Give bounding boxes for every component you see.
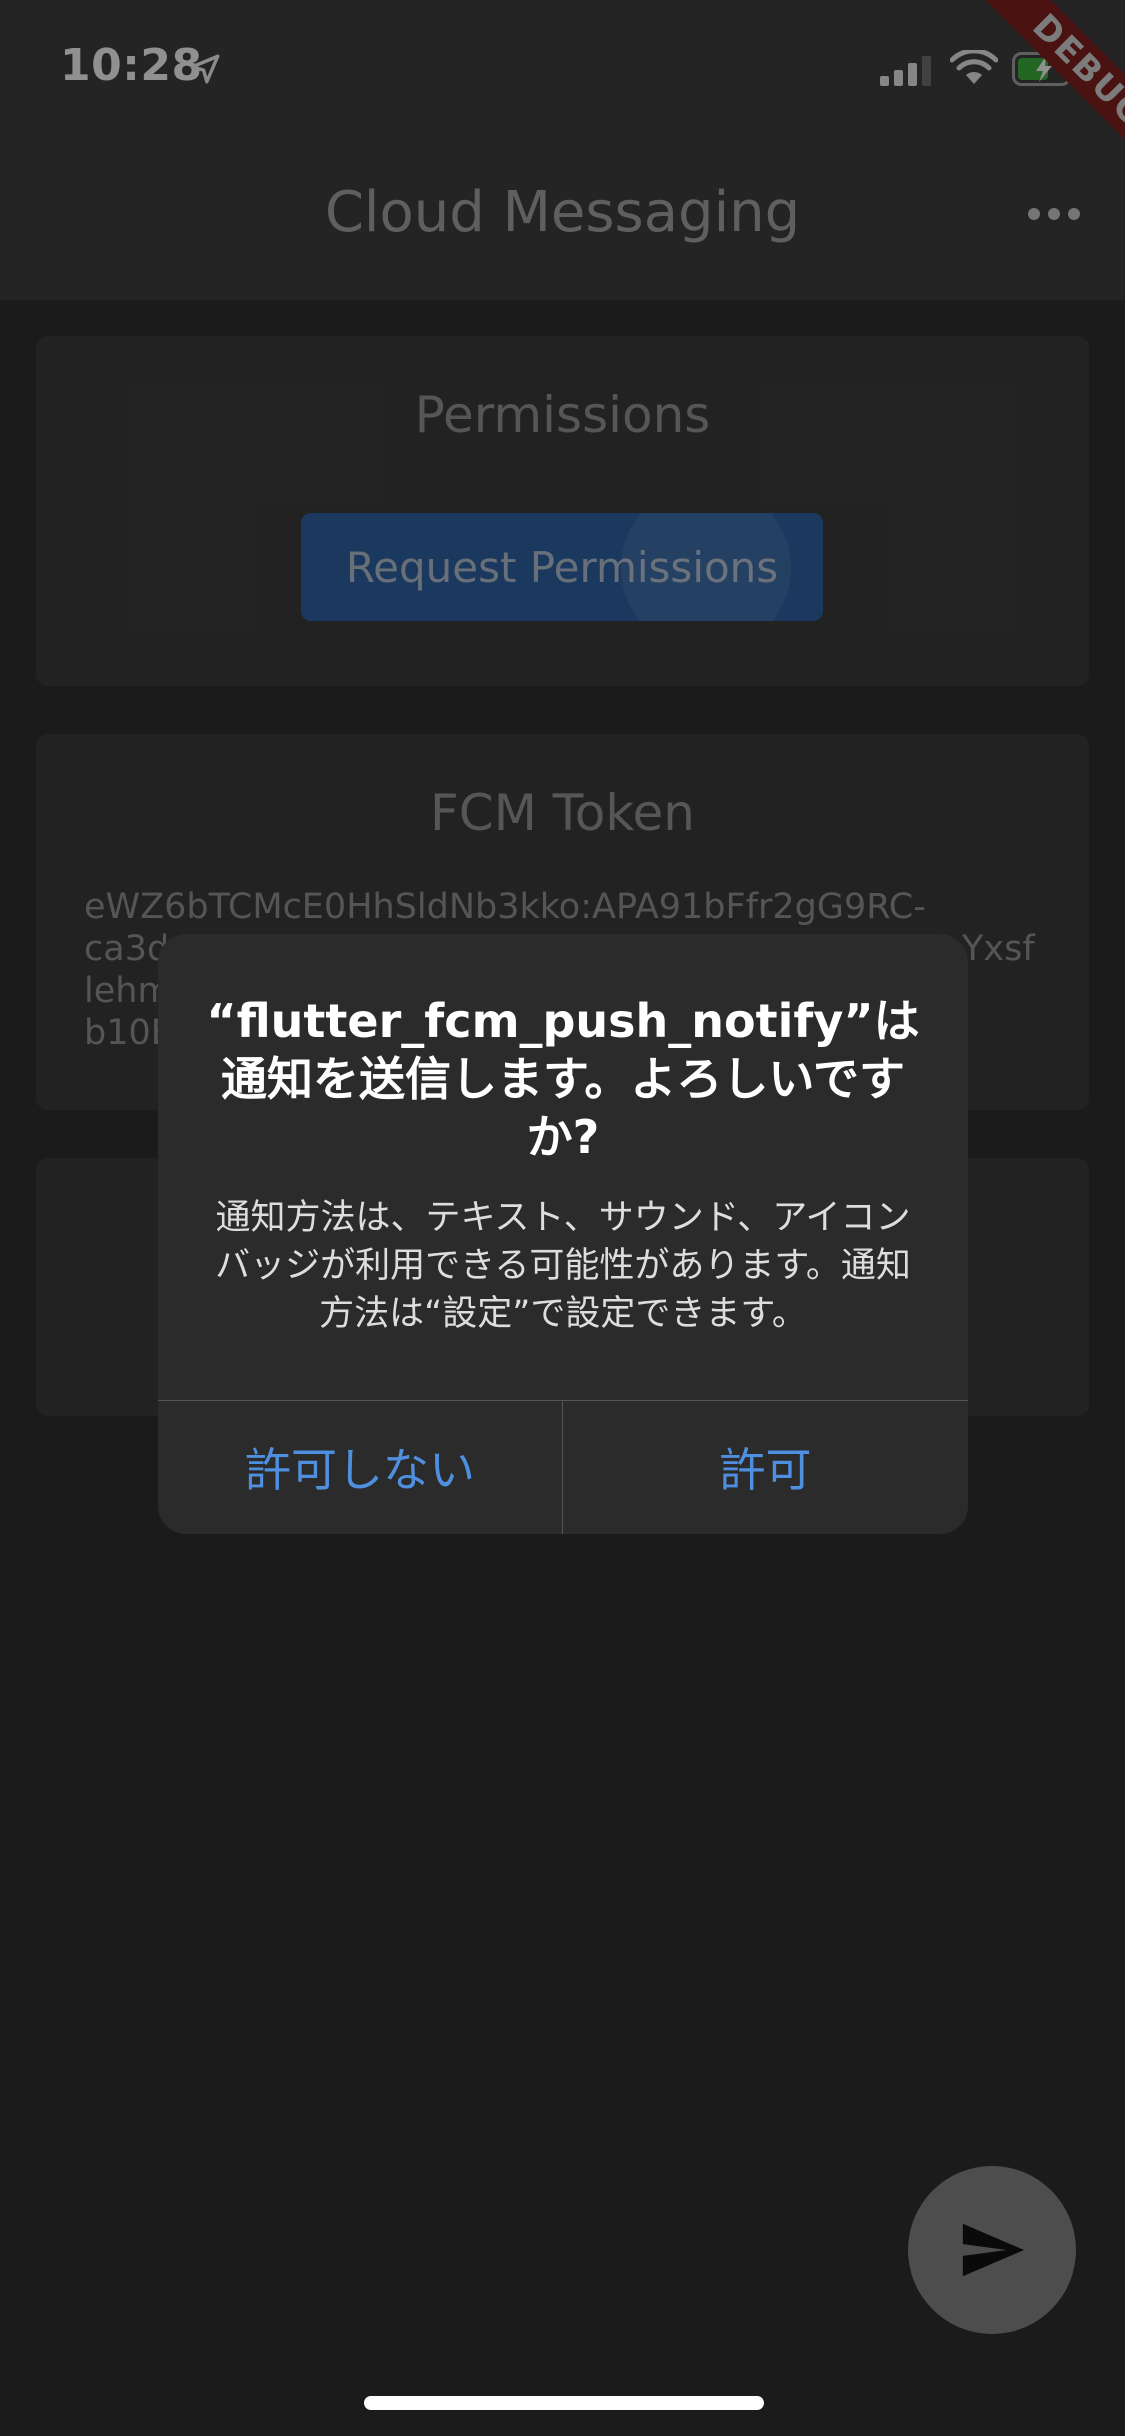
notification-permission-alert: “flutter_fcm_push_notify”は通知を送信します。よろしいで… [158,934,968,1534]
screen: 10:28 Cloud Messaging DEBUG Permissions … [0,0,1125,2436]
allow-button[interactable]: 許可 [563,1400,968,1534]
alert-title: “flutter_fcm_push_notify”は通知を送信します。よろしいで… [206,994,920,1164]
home-indicator[interactable] [364,2396,764,2410]
alert-message: 通知方法は、テキスト、サウンド、アイコンバッジが利用できる可能性があります。通知… [215,1198,911,1334]
dont-allow-button[interactable]: 許可しない [158,1400,562,1534]
